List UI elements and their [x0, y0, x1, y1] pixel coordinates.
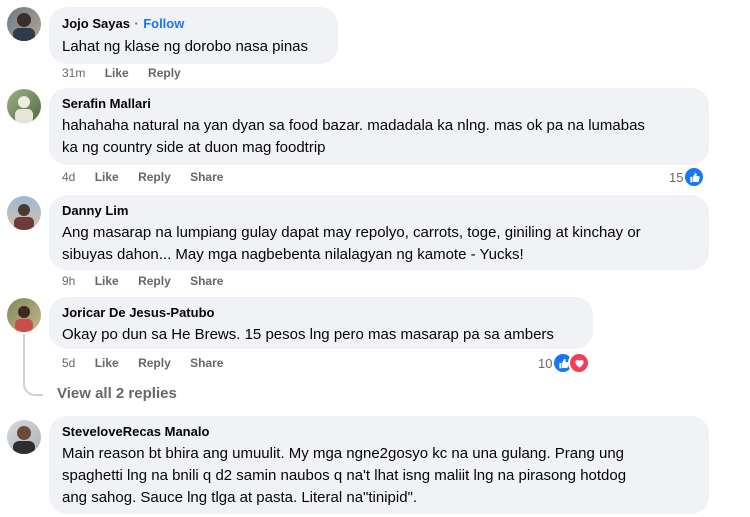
comment-bubble: Danny Lim Ang masarap na lumpiang gulay … [49, 195, 709, 270]
comment-time[interactable]: 9h [62, 274, 75, 288]
follow-button[interactable]: Follow [143, 16, 184, 31]
comment-actions: 9h Like Reply Share [62, 273, 239, 289]
comment-text-line: spaghetti lng na bnili q d2 samin naubos… [62, 467, 627, 484]
comment-text-line: sibuyas dahon... May mga nagbebenta nila… [62, 246, 524, 263]
comment-time[interactable]: 4d [62, 170, 75, 184]
view-replies-link[interactable]: View all 2 replies [57, 385, 177, 402]
comment-time[interactable]: 31m [62, 66, 85, 80]
avatar[interactable] [7, 89, 41, 123]
like-button[interactable]: Like [95, 274, 119, 288]
reply-button[interactable]: Reply [148, 66, 181, 80]
separator: · [134, 16, 139, 31]
comment-text: Lahat ng klase ng dorobo nasa pinas [62, 38, 309, 55]
like-button[interactable]: Like [105, 66, 129, 80]
comment-text-line: Main reason bt bhira ang umuulit. My mga… [62, 445, 625, 462]
like-button[interactable]: Like [95, 170, 119, 184]
avatar[interactable] [7, 420, 41, 454]
like-button[interactable]: Like [95, 356, 119, 370]
comment-text: Okay po dun sa He Brews. 15 pesos lng pe… [62, 326, 554, 343]
avatar[interactable] [7, 298, 41, 332]
reply-button[interactable]: Reply [138, 274, 171, 288]
thread-connector [23, 380, 43, 396]
comment-bubble: Serafin Mallari hahahaha natural na yan … [49, 88, 709, 165]
share-button[interactable]: Share [190, 170, 223, 184]
comment-bubble: SteveloveRecas Manalo Main reason bt bhi… [49, 416, 709, 514]
avatar[interactable] [7, 7, 41, 41]
comment-text-line: ang sahog. Sauce lng tlga at pasta. Lite… [62, 489, 418, 506]
love-reaction-icon [568, 352, 591, 374]
author-name[interactable]: SteveloveRecas Manalo [62, 424, 697, 440]
avatar[interactable] [7, 196, 41, 230]
comment-bubble: Jojo Sayas · Follow Lahat ng klase ng do… [49, 7, 338, 64]
reaction-count: 15 [669, 169, 684, 185]
reaction-summary[interactable]: 15 [669, 166, 706, 188]
share-button[interactable]: Share [190, 356, 223, 370]
comment-bubble: Joricar De Jesus-Patubo Okay po dun sa H… [49, 297, 593, 349]
comment-text-line: Ang masarap na lumpiang gulay dapat may … [62, 224, 641, 241]
thread-line [23, 334, 25, 380]
like-reaction-icon [683, 166, 706, 188]
author-name[interactable]: Joricar De Jesus-Patubo [62, 305, 581, 321]
comment-actions: 5d Like Reply Share [62, 355, 239, 371]
reply-button[interactable]: Reply [138, 170, 171, 184]
author-name[interactable]: Serafin Mallari [62, 96, 697, 112]
comment-text-line: ka ng country side at duon mag foodtrip [62, 139, 326, 156]
author-name[interactable]: Danny Lim [62, 203, 697, 219]
reaction-summary[interactable]: 10 [538, 352, 591, 374]
comment-time[interactable]: 5d [62, 356, 75, 370]
comment-actions: 4d Like Reply Share [62, 169, 239, 185]
author-name[interactable]: Jojo Sayas [62, 16, 130, 31]
reply-button[interactable]: Reply [138, 356, 171, 370]
comment-actions: 31m Like Reply [62, 65, 197, 81]
reaction-count: 10 [538, 355, 553, 371]
comment-text-line: hahahaha natural na yan dyan sa food baz… [62, 117, 645, 134]
share-button[interactable]: Share [190, 274, 223, 288]
